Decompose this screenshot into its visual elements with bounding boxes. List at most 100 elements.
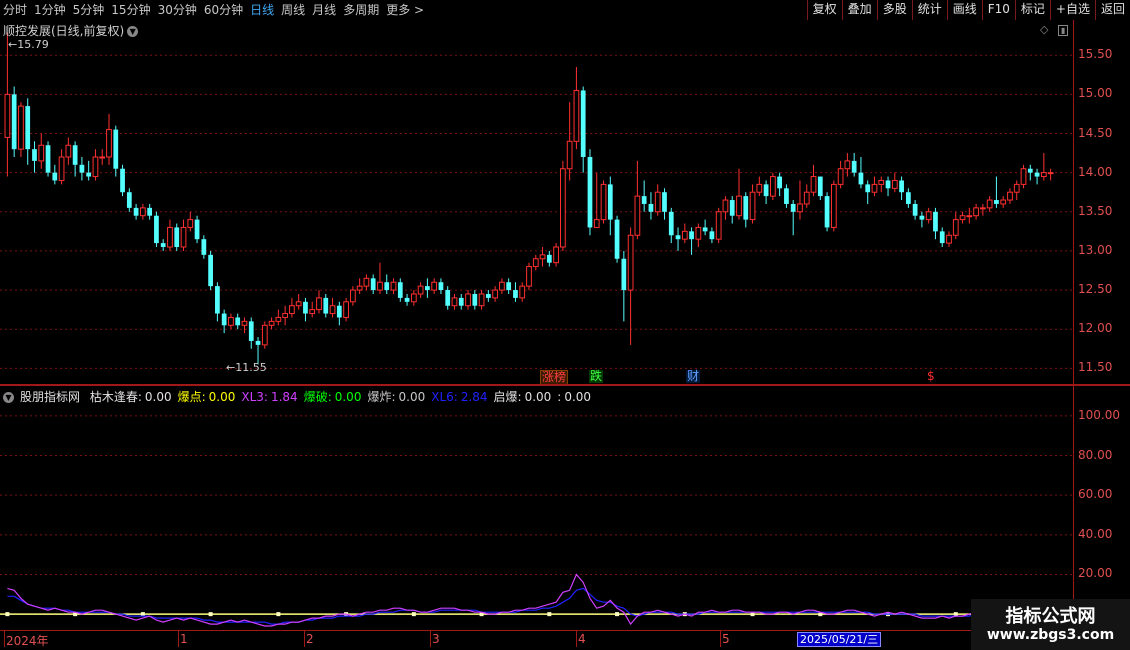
candle	[770, 172, 776, 201]
candle-body	[506, 282, 512, 291]
toolbar-button[interactable]: +自选	[1049, 0, 1095, 20]
period-tab[interactable]: 多周期	[340, 0, 382, 20]
candle	[248, 317, 254, 349]
candle-body	[709, 231, 715, 240]
candlestick-chart[interactable]	[0, 20, 1073, 384]
period-tabs: 分时 1分钟 5分钟 15分钟 30分钟 60分钟 日线 周线 月线 多周期 更多 >	[0, 0, 428, 20]
candle	[1047, 168, 1054, 181]
period-tab[interactable]: 月线	[309, 0, 339, 20]
candle-body	[113, 129, 119, 169]
indicator-pane[interactable]: ▼ 股朋指标网 枯木逢春: 0.00 爆点: 0.00 XL3: 1.84 爆破: 0.00 爆炸…	[0, 386, 1073, 630]
candle-body	[92, 156, 99, 178]
period-tab[interactable]: 日线	[247, 0, 277, 20]
indicator-value: 爆点: 0.00	[178, 390, 236, 404]
period-tab[interactable]: 分时	[0, 0, 30, 20]
period-tab[interactable]: 15分钟	[108, 0, 153, 20]
candle	[228, 313, 234, 330]
chevron-down-icon[interactable]: ▼	[127, 26, 139, 37]
candle-body	[614, 219, 620, 259]
candle	[343, 297, 349, 322]
candle-body	[1020, 168, 1027, 185]
indicator-value: 爆炸: 0.00	[367, 390, 425, 404]
toolbar-button[interactable]: 叠加	[841, 0, 877, 20]
candle	[641, 180, 647, 212]
event-marker-dollar[interactable]: $	[926, 370, 936, 383]
window-restore-icon[interactable]: ▮	[1057, 25, 1069, 36]
candle-body	[587, 156, 593, 228]
candle-body	[431, 281, 438, 291]
candle-body	[390, 281, 397, 291]
candle	[32, 141, 37, 173]
date-label: 4	[578, 632, 586, 646]
candle-body	[546, 254, 552, 263]
candle-body	[384, 282, 390, 291]
period-tab[interactable]: 更多 >	[383, 0, 427, 20]
candle-body	[566, 140, 573, 170]
indicator-chart[interactable]	[0, 386, 1073, 630]
candle	[208, 250, 213, 291]
candle-body	[905, 192, 911, 204]
candle	[1000, 196, 1007, 208]
candle-body	[817, 176, 823, 197]
period-tab[interactable]: 60分钟	[201, 0, 246, 20]
candle-body	[513, 290, 518, 298]
baseline-marker	[615, 612, 620, 617]
candle-body	[675, 235, 681, 240]
toolbar-button[interactable]: 复权	[806, 0, 842, 20]
period-tab[interactable]: 30分钟	[155, 0, 200, 20]
candle-body	[417, 285, 424, 295]
toolbar-button[interactable]: 画线	[946, 0, 982, 20]
indicator-value: 爆破: 0.00	[304, 390, 362, 404]
candle	[1007, 188, 1013, 204]
candle-body	[763, 184, 769, 197]
event-marker-cai[interactable]: 财	[686, 370, 701, 383]
candle-body	[532, 258, 539, 268]
candle-body	[830, 183, 837, 228]
candle-body	[45, 145, 51, 173]
candle-body	[499, 281, 505, 291]
candle	[837, 160, 844, 189]
toolbar-button[interactable]: F10	[981, 0, 1015, 20]
date-label: 2024年	[6, 634, 49, 648]
candle	[323, 293, 329, 318]
candle	[878, 176, 885, 193]
candle-body	[654, 191, 661, 213]
candle	[777, 172, 783, 197]
candle	[973, 203, 979, 220]
indicator-name[interactable]: 股朋指标网	[20, 390, 80, 404]
period-tab[interactable]: 周线	[278, 0, 308, 20]
diamond-icon[interactable]: ◇	[1040, 23, 1048, 36]
indicator-label: :	[557, 390, 562, 404]
candle	[532, 254, 539, 271]
candle	[492, 286, 498, 302]
candle-body	[58, 156, 65, 181]
period-tab[interactable]: 5分钟	[70, 0, 108, 20]
chevron-down-icon[interactable]: ▼	[3, 392, 14, 403]
toolbar-button[interactable]: 标记	[1014, 0, 1050, 20]
candle-body	[810, 176, 817, 193]
period-tab[interactable]: 1分钟	[31, 0, 69, 20]
candle-body	[539, 254, 546, 260]
date-tick	[430, 631, 431, 647]
candle	[607, 176, 613, 236]
event-marker-zhangbang[interactable]: 涨榜	[540, 370, 569, 385]
candle-body	[553, 246, 559, 264]
date-tick	[304, 631, 305, 647]
candle-body	[634, 195, 641, 236]
price-chart-pane[interactable]: 顺控发展(日线,前复权) ▼ ◇ ▮ ←15.79 ←11.55 涨榜 跌 财 $	[0, 20, 1073, 385]
event-label: 涨榜	[542, 370, 567, 384]
toolbar-button[interactable]: 返回	[1094, 0, 1130, 20]
event-marker-die[interactable]: 跌	[589, 370, 604, 383]
toolbar-button[interactable]: 统计	[911, 0, 947, 20]
indicator-number: 0.00	[144, 390, 172, 404]
price-tick-label: 15.00	[1078, 86, 1113, 101]
candle-body	[377, 281, 383, 291]
candle-body	[268, 320, 275, 326]
candle-body	[736, 195, 742, 217]
indicator-label: 爆破:	[303, 390, 332, 404]
candle-body	[187, 219, 194, 228]
toolbar-button[interactable]: 多股	[876, 0, 912, 20]
candle-body	[871, 183, 878, 193]
candle-body	[215, 286, 220, 314]
candle-body	[593, 219, 600, 228]
